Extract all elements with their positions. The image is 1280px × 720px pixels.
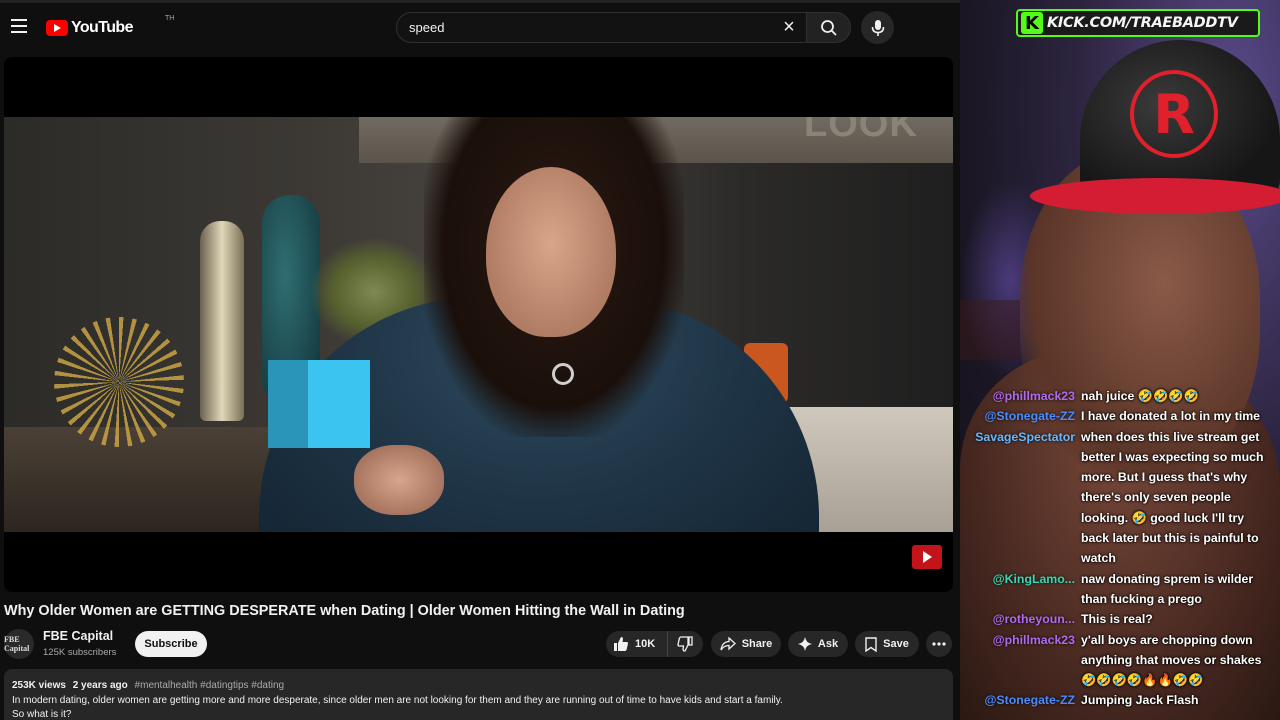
more-actions-button[interactable] (926, 631, 952, 657)
video-title: Why Older Women are GETTING DESPERATE wh… (4, 603, 685, 619)
microphone-icon (871, 19, 884, 36)
search-button[interactable] (806, 12, 851, 43)
chat-username: SavageSpectator (960, 427, 1078, 569)
chat-username-text: @rotheyoun... (992, 612, 1075, 627)
dislike-button[interactable] (668, 631, 702, 657)
chat-overlay: @phillmack23 nah juice 🤣🤣🤣🤣 @Stonegate-ZZ I… (960, 386, 1280, 711)
bookmark-icon (865, 636, 877, 652)
kick-channel-url: KICK.COM/TRAEBADDTV (1047, 15, 1238, 31)
chat-username: @Stonegate-ZZ (960, 690, 1078, 710)
cap-brim (1030, 178, 1280, 214)
chat-text: y'all boys are chopping down anything th… (1081, 632, 1262, 688)
background-shelf (960, 300, 1020, 360)
ask-label: Ask (817, 638, 839, 650)
stream-webcam: R K KICK.COM/TRAEBADDTV @phillmack23 nah … (960, 0, 1280, 720)
chat-text: Jumping Jack Flash (1081, 693, 1199, 708)
upload-age: 2 years ago (72, 680, 128, 691)
chat-message: @Stonegate-ZZ I have donated a lot in my … (960, 406, 1280, 426)
kick-channel-banner: K KICK.COM/TRAEBADDTV (1016, 9, 1260, 37)
share-label: Share (741, 638, 773, 650)
channel-name[interactable]: FBE Capital (43, 629, 113, 643)
subscribe-button[interactable]: Subscribe (135, 631, 207, 657)
background-sign-text: LOOK (804, 117, 918, 145)
chat-message: @rotheyoun... This is real? (960, 609, 1280, 629)
save-label: Save (883, 638, 909, 650)
gold-vase (200, 221, 244, 421)
description-line: So what is it? (12, 709, 72, 720)
blue-overlay-box (268, 360, 370, 448)
hashtags[interactable]: #mentalhealth #datingtips #dating (135, 680, 285, 691)
youtube-play-icon (46, 20, 68, 36)
chat-username: @rotheyoun... (960, 609, 1078, 629)
voice-search-button[interactable] (861, 11, 894, 44)
chat-username-text: @Stonegate-ZZ (984, 693, 1075, 708)
chat-text: nah juice 🤣🤣🤣🤣 (1081, 389, 1199, 403)
chat-message: @Stonegate-ZZ Jumping Jack Flash (960, 690, 1280, 710)
chat-message: SavageSpectator when does this live strea… (960, 427, 1280, 569)
chat-text: naw donating sprem is wilder than fuckin… (1081, 571, 1254, 606)
chat-text: This is real? (1081, 612, 1153, 627)
chat-username: @phillmack23 (960, 630, 1078, 691)
chat-username-text: @KingLamo... (992, 571, 1075, 586)
chat-username: @phillmack23 (960, 386, 1078, 406)
logo-text: YouTube (71, 19, 133, 36)
chat-text: I have donated a lot in my time (1081, 409, 1261, 424)
clear-search-icon[interactable]: × (779, 17, 799, 38)
chat-username-text: @phillmack23 (992, 389, 1075, 403)
channel-avatar[interactable]: FBE Capital (4, 629, 34, 659)
thumbs-up-icon (614, 637, 628, 651)
chat-message: @KingLamo... naw donating sprem is wilder… (960, 569, 1280, 610)
youtube-logo[interactable]: YouTube TH (46, 15, 174, 38)
search-input[interactable] (397, 20, 757, 35)
save-button[interactable]: Save (855, 631, 919, 657)
browser-edge (0, 0, 960, 3)
chat-username-text: @phillmack23 (992, 632, 1075, 647)
gold-decor (54, 317, 184, 447)
view-count: 253K views (12, 680, 66, 691)
screen: YouTube TH × LOOK (0, 0, 1280, 720)
hamburger-menu-icon[interactable] (11, 19, 27, 33)
description-box[interactable]: 253K views 2 years ago #mentalhealth #da… (4, 669, 953, 720)
ask-button[interactable]: Ask (788, 631, 848, 657)
video-player[interactable]: LOOK (4, 57, 953, 592)
chat-username-text: @Stonegate-ZZ (984, 409, 1075, 424)
youtube-page: YouTube TH × LOOK (0, 0, 960, 720)
chat-text: when does this live stream get better I … (1081, 429, 1264, 566)
chat-username-text: SavageSpectator (975, 429, 1075, 444)
description-line: In modern dating, older women are gettin… (12, 694, 783, 706)
kick-logo-icon: K (1021, 12, 1043, 34)
description-meta: 253K views 2 years ago #mentalhealth #da… (12, 679, 945, 694)
sparkle-icon (797, 637, 812, 651)
like-count: 10K (635, 638, 656, 650)
thumbs-down-icon (677, 636, 693, 652)
like-dislike-group: 10K (606, 631, 703, 657)
search-box[interactable]: × (396, 12, 808, 43)
chat-username: @KingLamo... (960, 569, 1078, 610)
chat-username: @Stonegate-ZZ (960, 406, 1078, 426)
necklace (552, 363, 574, 385)
interviewee-hand (354, 445, 444, 515)
top-bar: YouTube TH × (0, 0, 960, 56)
subscriber-count: 125K subscribers (43, 647, 117, 658)
channel-watermark-icon[interactable] (912, 545, 942, 569)
chat-message: @phillmack23 y'all boys are chopping down… (960, 630, 1280, 691)
logo-country-code: TH (165, 15, 175, 22)
video-frame[interactable]: LOOK (4, 117, 953, 532)
like-button[interactable]: 10K (606, 631, 668, 657)
interviewee-face (486, 167, 616, 337)
cap-logo: R (1130, 70, 1218, 158)
search-icon (820, 19, 837, 36)
more-horizontal-icon (932, 642, 946, 646)
share-icon (720, 637, 736, 651)
share-button[interactable]: Share (711, 631, 781, 657)
chat-message: @phillmack23 nah juice 🤣🤣🤣🤣 (960, 386, 1280, 406)
